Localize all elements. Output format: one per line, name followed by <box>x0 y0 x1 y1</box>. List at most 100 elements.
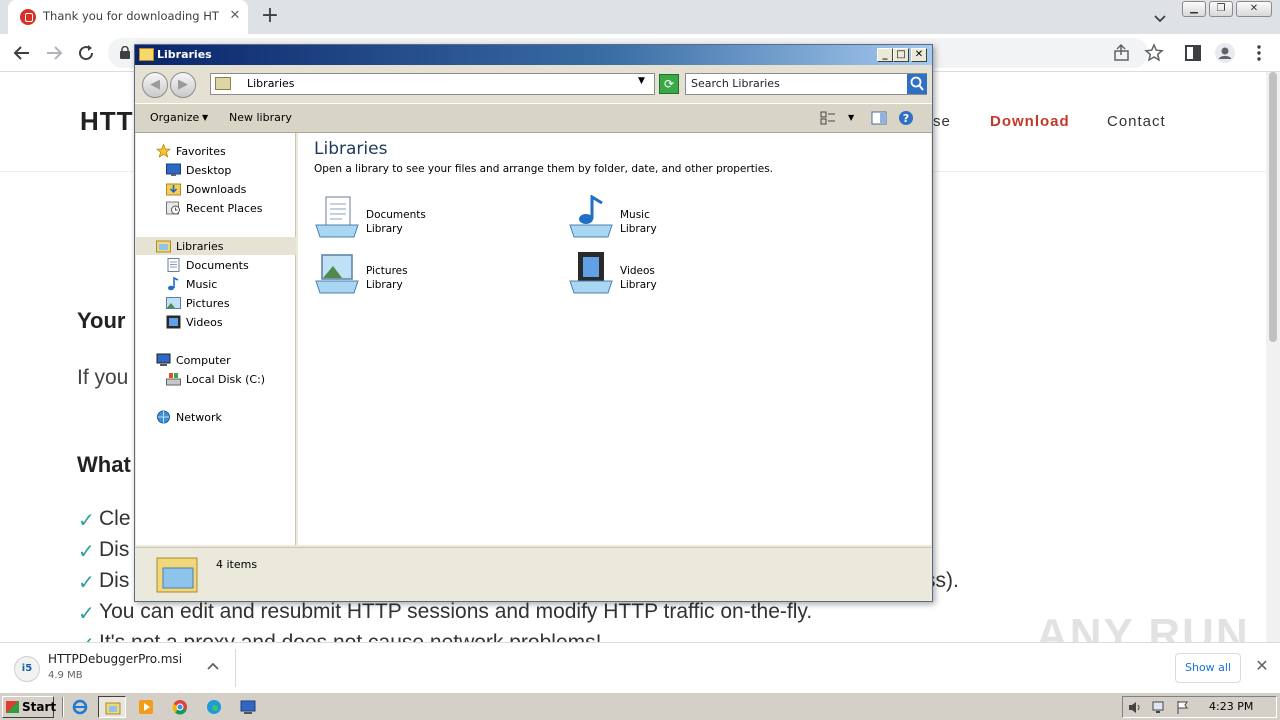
search-placeholder: Search Libraries <box>691 77 780 90</box>
bookmark-star-icon[interactable] <box>1143 42 1165 64</box>
help-icon[interactable]: ? <box>898 110 914 126</box>
folder-icon <box>139 48 154 61</box>
network-icon <box>157 410 170 424</box>
internet-explorer-icon <box>72 699 88 715</box>
taskbar-explorer[interactable] <box>98 696 126 718</box>
lock-icon <box>120 46 130 59</box>
nav-link-download[interactable]: Download <box>990 113 1070 130</box>
browser-tab[interactable]: Thank you for downloading HTTP De ✕ <box>8 0 248 34</box>
feature-item: You can edit and resubmit HTTP sessions … <box>99 600 813 623</box>
new-tab-button[interactable]: + <box>258 5 282 29</box>
dropdown-arrow-icon[interactable]: ▼ <box>848 113 854 122</box>
library-documents[interactable]: Documents Library <box>314 195 534 247</box>
action-center-flag-icon[interactable] <box>1175 700 1191 715</box>
profile-avatar-icon[interactable] <box>1214 42 1236 64</box>
search-input[interactable]: Search Libraries <box>685 73 927 95</box>
preview-pane-icon[interactable] <box>871 110 887 126</box>
minimize-button[interactable]: _ <box>877 48 893 62</box>
reload-icon[interactable] <box>74 41 98 65</box>
dropdown-arrow-icon[interactable]: ▼ <box>638 76 645 86</box>
nav-label: Desktop <box>186 164 232 177</box>
back-button[interactable]: ◀ <box>142 72 168 98</box>
maximize-button[interactable]: □ <box>893 48 909 62</box>
address-text: Libraries <box>247 77 295 90</box>
close-button[interactable]: ✕ <box>911 48 927 62</box>
forward-button[interactable]: ▶ <box>170 72 196 98</box>
minimize-button[interactable]: ▁ <box>1182 1 1206 17</box>
command-bar: Organize ▼ New library ▼ ? <box>135 103 932 133</box>
explorer-titlebar[interactable]: Libraries _ □ ✕ <box>135 45 932 65</box>
refresh-icon[interactable]: ⟳ <box>659 74 679 94</box>
nav-link-contact[interactable]: Contact <box>1107 113 1166 130</box>
browser-window-controls: ▁ ❐ ✕ <box>1180 1 1274 19</box>
show-all-button[interactable]: Show all <box>1175 653 1241 683</box>
close-button[interactable]: ✕ <box>1236 1 1272 17</box>
tab-close-icon[interactable]: ✕ <box>226 7 244 25</box>
address-bar[interactable]: Libraries ▼ <box>210 73 655 95</box>
downloads-folder-icon <box>166 183 181 196</box>
library-name: Pictures <box>366 265 408 277</box>
nav-label: Music <box>186 278 218 291</box>
explorer-folder-icon <box>105 702 121 715</box>
taskbar-chrome[interactable] <box>166 696 194 718</box>
taskbar-edge[interactable] <box>200 696 228 718</box>
dropdown-arrow-icon[interactable]: ▼ <box>202 113 208 122</box>
desktop-icon <box>166 163 181 176</box>
music-icon <box>168 277 179 291</box>
chrome-icon <box>172 700 187 715</box>
chevron-down-icon[interactable] <box>1150 8 1170 28</box>
nav-link-partial[interactable]: se <box>933 113 951 130</box>
libraries-icon <box>156 240 171 253</box>
library-type: Library <box>366 279 403 291</box>
organize-menu[interactable]: Organize <box>150 111 199 124</box>
site-favicon-icon <box>20 9 36 25</box>
search-icon[interactable] <box>907 74 927 94</box>
library-videos[interactable]: Videos Library <box>568 251 788 303</box>
restore-button[interactable]: ❐ <box>1209 1 1233 17</box>
divider <box>235 649 236 687</box>
library-type: Library <box>620 279 657 291</box>
library-name: Music <box>620 209 650 221</box>
check-icon: ✓ <box>78 508 95 532</box>
new-library-button[interactable]: New library <box>229 111 292 124</box>
scrollbar-thumb[interactable] <box>1269 72 1277 342</box>
view-options-icon[interactable] <box>820 110 836 126</box>
system-tray: 4:23 PM <box>1122 696 1277 718</box>
menu-kebab-icon[interactable] <box>1248 42 1270 64</box>
library-music[interactable]: Music Library <box>568 195 788 247</box>
nav-label: Documents <box>186 259 249 272</box>
content-pane: Libraries Open a library to see your fil… <box>298 133 931 545</box>
divider <box>62 697 64 717</box>
screen: Thank you for downloading HTTP De ✕ + ▁ … <box>0 0 1280 720</box>
back-arrow-icon[interactable] <box>10 41 34 65</box>
share-icon[interactable] <box>1111 42 1133 64</box>
svg-text:?: ? <box>903 112 909 125</box>
computer-icon <box>156 353 171 366</box>
documents-library-icon <box>315 196 359 238</box>
network-status-icon[interactable] <box>1151 700 1167 715</box>
windows-logo-icon <box>6 701 19 713</box>
taskbar-ie[interactable] <box>66 696 94 718</box>
library-pictures[interactable]: Pictures Library <box>314 251 534 303</box>
remote-desktop-icon <box>240 700 256 714</box>
forward-arrow-icon[interactable] <box>42 41 66 65</box>
libraries-folder-icon <box>156 557 198 593</box>
explorer-address-row: ◀ ▶ Libraries ▼ ⟳ Search Libraries <box>135 65 932 103</box>
start-button[interactable]: Start <box>2 696 56 718</box>
side-panel-icon[interactable] <box>1182 42 1204 64</box>
nav-label: Network <box>176 411 222 424</box>
clock[interactable]: 4:23 PM <box>1209 700 1253 713</box>
close-download-bar-icon[interactable]: ✕ <box>1252 655 1272 677</box>
site-logo[interactable]: HTT <box>80 106 134 137</box>
library-type: Library <box>366 223 403 235</box>
window-title: Libraries <box>157 48 212 61</box>
taskbar-app[interactable] <box>234 696 262 718</box>
taskbar-media-player[interactable] <box>132 696 160 718</box>
nav-label: Favorites <box>176 145 226 158</box>
pictures-icon <box>166 297 181 309</box>
download-filename[interactable]: HTTPDebuggerPro.msi <box>48 652 182 666</box>
nav-label: Computer <box>176 354 231 367</box>
volume-icon[interactable] <box>1127 700 1143 715</box>
page-scrollbar[interactable] <box>1266 72 1280 642</box>
chevron-up-icon[interactable] <box>203 656 223 676</box>
